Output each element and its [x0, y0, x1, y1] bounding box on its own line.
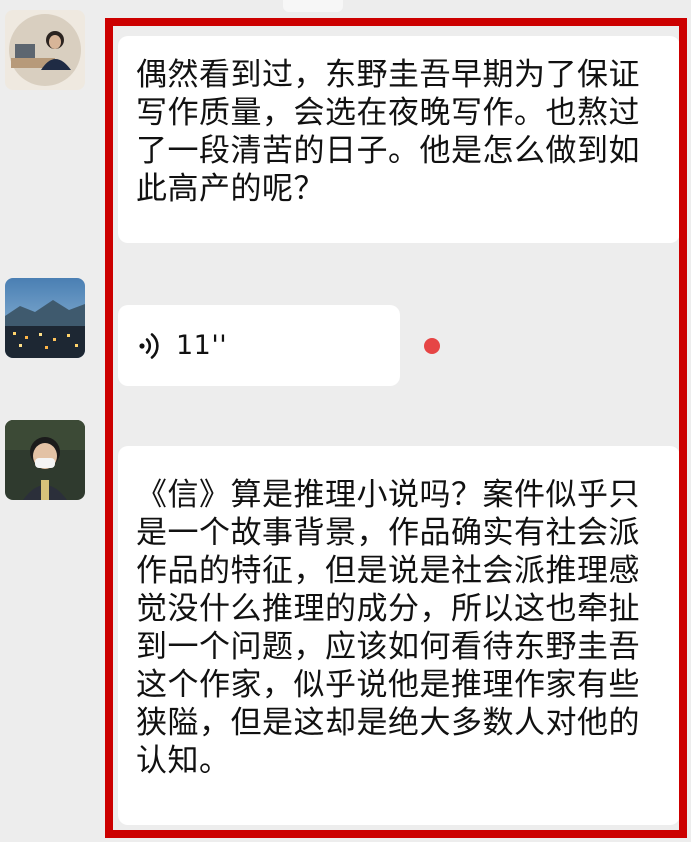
voice-message-bubble[interactable]: 11'' [118, 305, 400, 386]
avatar[interactable] [5, 278, 85, 358]
message-text: 《信》算是推理小说吗？案件似乎只是一个故事背景，作品确实有社会派作品的特征，但是… [136, 477, 640, 779]
avatar[interactable] [5, 420, 85, 500]
message-text: 偶然看到过，东野圭吾早期为了保证写作质量，会选在夜晚写作。也熬过了一段清苦的日子… [136, 57, 640, 207]
message-bubble[interactable]: 偶然看到过，东野圭吾早期为了保证写作质量，会选在夜晚写作。也熬过了一段清苦的日子… [118, 36, 680, 243]
avatar-woman-image [5, 10, 85, 90]
avatar[interactable] [5, 10, 85, 90]
voice-wave-icon [136, 330, 164, 362]
unread-indicator [424, 338, 440, 354]
previous-message-stub [283, 0, 343, 12]
avatar-child-image [5, 420, 85, 500]
message-bubble[interactable]: 《信》算是推理小说吗？案件似乎只是一个故事背景，作品确实有社会派作品的特征，但是… [118, 446, 680, 825]
avatar-cityscape-image [5, 278, 85, 358]
voice-duration: 11'' [176, 329, 228, 361]
